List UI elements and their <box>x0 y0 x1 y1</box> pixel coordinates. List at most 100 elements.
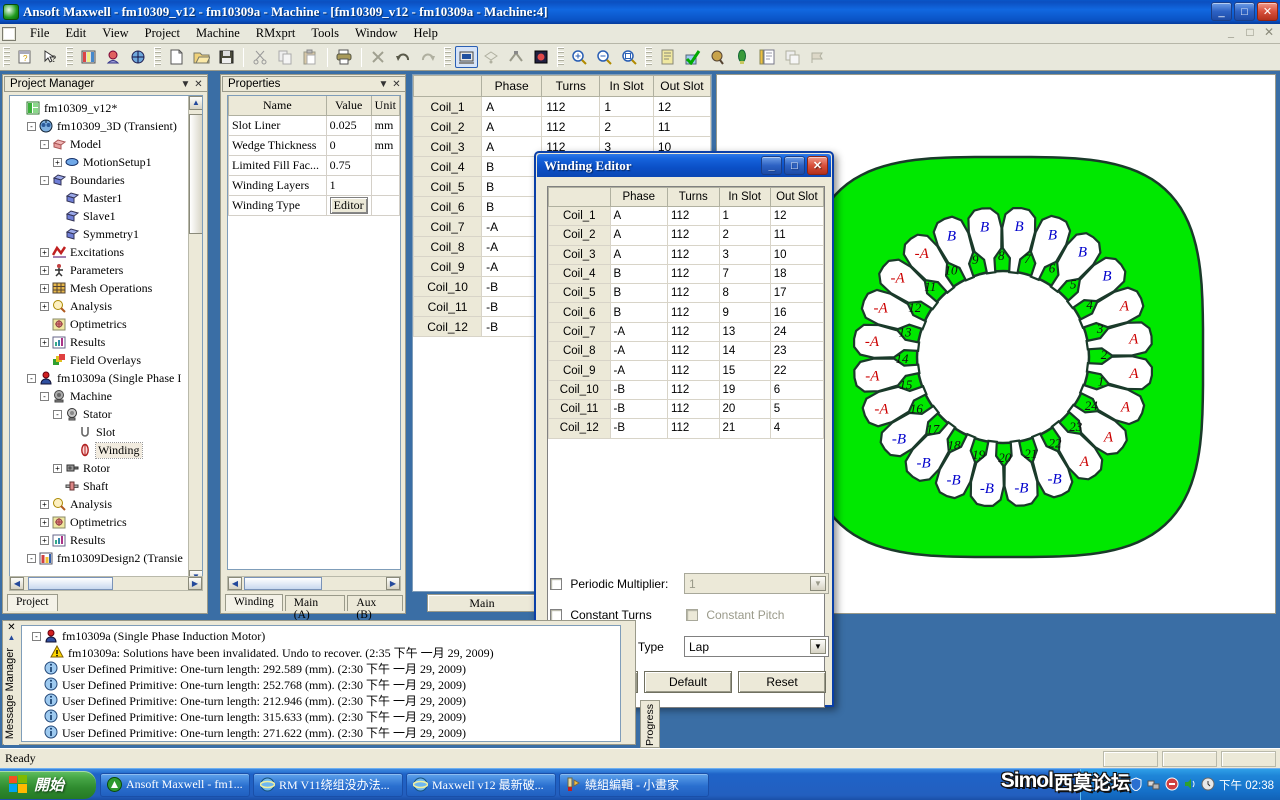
mdi-restore-button[interactable]: □ <box>1243 25 1257 40</box>
tree-item-fm10309a-single-phase-i[interactable]: - fm10309a (Single Phase I <box>12 369 200 387</box>
coil-data-cell[interactable]: 112 <box>666 225 720 246</box>
table-row[interactable]: Coil_10-B112196 <box>548 379 825 400</box>
periodic-multiplier-checkbox[interactable] <box>550 578 562 590</box>
coil-data-cell[interactable]: 112 <box>666 205 720 227</box>
coil-name-cell[interactable]: Coil_6 <box>548 302 611 323</box>
clock-icon[interactable] <box>1201 777 1215 794</box>
expand-toggle-icon[interactable]: + <box>40 265 49 275</box>
message-row[interactable]: - fm10309a (Single Phase Induction Motor) <box>24 628 618 644</box>
select-vertex-icon[interactable] <box>530 46 553 68</box>
coil-data-cell[interactable]: B <box>481 176 543 197</box>
coil-name-cell[interactable]: Coil_4 <box>413 156 483 177</box>
select-edge-icon[interactable] <box>505 46 528 68</box>
close-icon[interactable]: ✕ <box>4 622 19 633</box>
table-row[interactable]: Coil_1 A 112 1 12 <box>413 96 711 117</box>
coil-data-cell[interactable]: 112 <box>541 96 601 117</box>
toolbar-grip-5[interactable] <box>557 47 564 67</box>
coil-data-cell[interactable]: 23 <box>769 341 825 362</box>
chevron-down-icon[interactable]: ▼ <box>810 639 826 654</box>
coil-data-cell[interactable]: 2 <box>718 225 771 246</box>
table-row[interactable]: Coil_2 A 112 2 11 <box>548 225 825 246</box>
copy-image-icon[interactable] <box>781 46 804 68</box>
tab-aux-b[interactable]: Aux (B) <box>347 595 403 621</box>
tree-item-master1[interactable]: Master1 <box>12 189 200 207</box>
save-icon[interactable] <box>215 46 238 68</box>
table-row[interactable]: Coil_2 A 112 2 11 <box>413 116 711 137</box>
coil-name-cell[interactable]: Coil_2 <box>548 225 611 246</box>
expand-toggle-icon[interactable]: + <box>53 157 62 167</box>
tree-item-results[interactable]: + Results <box>12 333 200 351</box>
window-close-button[interactable]: ✕ <box>1257 2 1278 21</box>
chevron-down-icon[interactable]: ▼ <box>377 79 390 90</box>
coil-name-cell[interactable]: Coil_10 <box>413 276 483 297</box>
desktop-icon[interactable] <box>127 46 150 68</box>
scroll-up-button[interactable]: ▲ <box>189 96 202 110</box>
message-row[interactable]: User Defined Primitive: One-turn length:… <box>24 724 618 740</box>
property-value[interactable]: 0.025 <box>325 114 372 136</box>
menu-window[interactable]: Window <box>347 25 406 42</box>
tree-item-slot[interactable]: Slot <box>12 423 200 441</box>
coil-data-cell[interactable]: 112 <box>666 244 720 265</box>
project-tree-hscrollbar[interactable]: ◀ ▶ <box>9 576 203 591</box>
collapse-toggle-icon[interactable]: - <box>27 373 36 383</box>
coil-data-cell[interactable]: 11 <box>652 116 711 137</box>
table-row[interactable]: Coil_12-B112214 <box>548 418 825 439</box>
coil-data-cell[interactable]: 14 <box>718 341 771 362</box>
coil-data-cell[interactable]: 10 <box>769 244 825 265</box>
coil-data-cell[interactable]: -A <box>609 360 668 381</box>
taskbar-item[interactable]: 繞組編輯 - 小畫家 <box>559 772 709 797</box>
periodic-multiplier-combo[interactable]: 1 ▼ <box>684 573 829 594</box>
collapse-toggle-icon[interactable]: - <box>53 409 62 419</box>
coil-data-cell[interactable]: 19 <box>718 379 771 400</box>
project-tree-scrollbar[interactable]: ▲ ▼ <box>188 96 202 584</box>
flag-icon[interactable] <box>806 46 829 68</box>
coil-name-cell[interactable]: Coil_6 <box>413 196 483 217</box>
dialog-minimize-button[interactable]: _ <box>761 156 782 175</box>
tray-clock[interactable]: 下午 02:38 <box>1219 777 1274 793</box>
cut-icon[interactable] <box>249 46 272 68</box>
fit-all-icon[interactable] <box>618 46 641 68</box>
tree-item-boundaries[interactable]: - Boundaries <box>12 171 200 189</box>
select-object-icon[interactable] <box>455 46 478 68</box>
coil-data-cell[interactable]: 112 <box>666 302 720 323</box>
scroll-right-button[interactable]: ▶ <box>188 577 202 590</box>
tree-item-results[interactable]: + Results <box>12 531 200 549</box>
coil-data-cell[interactable]: 112 <box>666 398 720 420</box>
main-button[interactable]: Main <box>427 594 537 612</box>
zoom-out-icon[interactable] <box>593 46 616 68</box>
start-button[interactable]: 開始 <box>0 770 96 799</box>
open-icon[interactable] <box>190 46 213 68</box>
expand-toggle-icon[interactable]: + <box>40 517 49 527</box>
property-value[interactable]: Editor <box>325 194 372 216</box>
coil-data-cell[interactable]: 5 <box>769 398 825 420</box>
coil-data-cell[interactable]: -A <box>481 236 543 257</box>
tree-item-parameters[interactable]: + Parameters <box>12 261 200 279</box>
results-icon[interactable] <box>706 46 729 68</box>
coil-data-cell[interactable]: A <box>609 205 668 227</box>
table-row[interactable]: Coil_8-A1121423 <box>548 341 825 362</box>
toolbar-grip-2[interactable] <box>66 47 73 67</box>
coil-data-cell[interactable]: 15 <box>718 360 771 381</box>
message-row[interactable]: User Defined Primitive: One-turn length:… <box>24 692 618 708</box>
coil-name-cell[interactable]: Coil_4 <box>548 263 611 285</box>
table-row[interactable]: Coil_6B112916 <box>548 302 825 323</box>
winding-type-editor-button[interactable]: Editor <box>329 196 368 214</box>
coil-data-cell[interactable]: 22 <box>769 360 825 381</box>
tree-item-mesh-operations[interactable]: + Mesh Operations <box>12 279 200 297</box>
window-minimize-button[interactable]: _ <box>1211 2 1232 21</box>
toolbar-grip[interactable] <box>3 47 10 67</box>
mdi-minimize-button[interactable]: _ <box>1224 25 1238 40</box>
window-restore-button[interactable]: □ <box>1234 2 1255 21</box>
coil-data-cell[interactable]: 112 <box>541 116 601 137</box>
message-row[interactable]: fm10309a: Solutions have been invalidate… <box>24 644 618 660</box>
property-value[interactable]: 0.75 <box>325 154 372 176</box>
expand-toggle-icon[interactable]: + <box>40 283 49 293</box>
tree-item-analysis[interactable]: + Analysis <box>12 297 200 315</box>
coil-data-cell[interactable]: 12 <box>769 205 825 227</box>
collapse-toggle-icon[interactable]: - <box>40 391 49 401</box>
scroll-left-button[interactable]: ◀ <box>10 577 24 590</box>
coil-data-cell[interactable]: -B <box>481 296 543 317</box>
message-row[interactable]: User Defined Primitive: One-turn length:… <box>24 740 618 741</box>
zoom-in-icon[interactable] <box>568 46 591 68</box>
menu-machine[interactable]: Machine <box>188 25 248 42</box>
